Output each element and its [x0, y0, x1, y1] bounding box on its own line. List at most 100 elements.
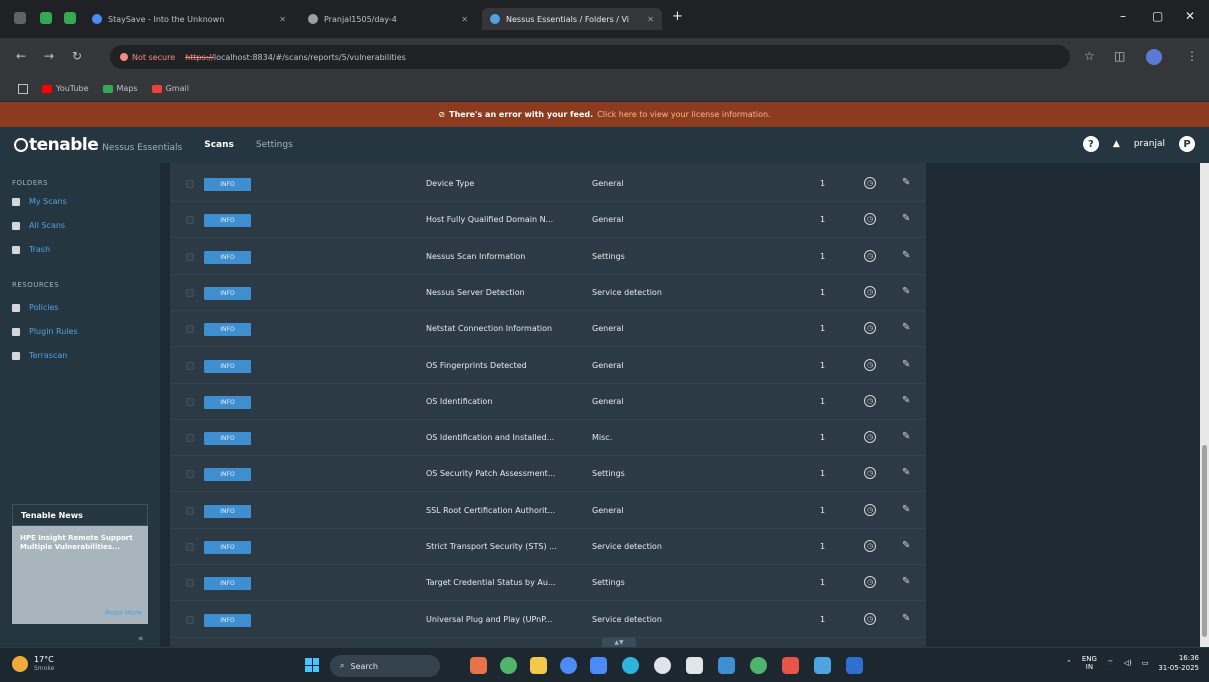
word-app-icon[interactable]: [846, 657, 863, 674]
collapse-sidebar-icon[interactable]: «: [138, 634, 144, 644]
license-info-link[interactable]: Click here to view your license informat…: [597, 110, 770, 119]
sidebar-item-policies[interactable]: Policies: [12, 303, 59, 312]
vscode-app-icon[interactable]: [718, 657, 735, 674]
snooze-clock-icon[interactable]: ◷: [864, 177, 876, 189]
table-row[interactable]: INFO Device Type General 1 ◷ ✎: [170, 167, 926, 202]
browser-tab[interactable]: StaySave - Into the Unknown ✕: [84, 8, 294, 30]
copilot-app-icon[interactable]: [500, 657, 517, 674]
snooze-clock-icon[interactable]: ◷: [864, 540, 876, 552]
browser-kebab-menu-icon[interactable]: ⋮: [1186, 49, 1198, 63]
sidebar-item-my-scans[interactable]: My Scans: [12, 197, 67, 206]
row-checkbox[interactable]: [186, 579, 194, 588]
store-app-icon[interactable]: [560, 657, 577, 674]
table-row[interactable]: INFO Host Fully Qualified Domain N... Gene…: [170, 203, 926, 239]
nav-settings[interactable]: Settings: [256, 140, 293, 150]
close-window-button[interactable]: ✕: [1185, 9, 1195, 23]
snooze-clock-icon[interactable]: ◷: [864, 213, 876, 226]
profile-avatar[interactable]: [1146, 49, 1162, 65]
nav-scans[interactable]: Scans: [204, 140, 234, 150]
edit-pencil-icon[interactable]: ✎: [902, 467, 910, 478]
vulnerability-name[interactable]: OS Security Patch Assessment...: [426, 469, 586, 478]
address-bar[interactable]: Not secure https://localhost:8834/#/scan…: [110, 45, 1070, 69]
obs-app-icon[interactable]: [654, 657, 671, 674]
extensions-icon[interactable]: ◫: [1114, 49, 1125, 63]
edit-pencil-icon[interactable]: ✎: [902, 431, 910, 442]
scrollbar-thumb[interactable]: [1202, 445, 1207, 637]
bookmark-youtube[interactable]: YouTube: [42, 84, 89, 93]
tab-group-icon[interactable]: [40, 12, 52, 24]
snooze-clock-icon[interactable]: ◷: [864, 503, 876, 516]
vulnerability-name[interactable]: OS Identification: [426, 397, 586, 406]
vulnerability-name[interactable]: Target Credential Status by Au...: [426, 578, 586, 587]
close-tab-icon[interactable]: ✕: [641, 15, 654, 24]
apps-grid-icon[interactable]: [18, 83, 28, 94]
taskbar-search[interactable]: ⌕ Search: [330, 655, 440, 677]
vulnerability-name[interactable]: Nessus Scan Information: [426, 252, 586, 261]
widgets-app-icon[interactable]: [470, 657, 487, 674]
close-tab-icon[interactable]: ✕: [455, 15, 468, 24]
edit-pencil-icon[interactable]: ✎: [902, 395, 910, 406]
minimize-button[interactable]: –: [1120, 9, 1126, 23]
edit-pencil-icon[interactable]: ✎: [902, 322, 910, 333]
news-body[interactable]: HPE Insight Remote Support Multiple Vuln…: [12, 526, 148, 624]
vulnerability-name[interactable]: OS Fingerprints Detected: [426, 361, 586, 370]
vulnerability-name[interactable]: OS Identification and Installed...: [426, 433, 586, 442]
edit-pencil-icon[interactable]: ✎: [902, 576, 910, 587]
row-checkbox[interactable]: [186, 470, 194, 479]
row-checkbox[interactable]: [186, 216, 194, 225]
row-checkbox[interactable]: [186, 615, 194, 624]
pagination-toggle[interactable]: ▲▼: [602, 638, 636, 647]
edit-pencil-icon[interactable]: ✎: [902, 286, 910, 297]
table-row[interactable]: INFO Universal Plug and Play (UPnP... Serv…: [170, 603, 926, 638]
user-name[interactable]: pranjal: [1134, 139, 1165, 149]
vulnerability-name[interactable]: Netstat Connection Information: [426, 324, 586, 333]
language-indicator[interactable]: ENG IN: [1082, 655, 1097, 671]
table-row[interactable]: INFO Strict Transport Security (STS) ... S…: [170, 530, 926, 565]
help-icon[interactable]: ?: [1082, 136, 1099, 152]
edit-pencil-icon[interactable]: ✎: [902, 250, 910, 261]
row-checkbox[interactable]: [186, 325, 194, 334]
table-row[interactable]: INFO Target Credential Status by Au... Set…: [170, 566, 926, 602]
notes-app-icon[interactable]: [814, 657, 831, 674]
sidebar-item-plugin-rules[interactable]: Plugin Rules: [12, 327, 78, 336]
bookmark-star-icon[interactable]: ☆: [1084, 49, 1095, 63]
table-row[interactable]: INFO OS Security Patch Assessment... Setti…: [170, 457, 926, 493]
file-explorer-icon[interactable]: [530, 657, 547, 674]
read-more-link[interactable]: Read More: [105, 609, 142, 618]
edit-pencil-icon[interactable]: ✎: [902, 213, 910, 224]
snooze-clock-icon[interactable]: ◷: [864, 394, 876, 407]
row-checkbox[interactable]: [186, 434, 194, 443]
snooze-clock-icon[interactable]: ◷: [864, 322, 876, 335]
sidebar-item-all-scans[interactable]: All Scans: [12, 221, 65, 230]
xbox-app-icon[interactable]: [750, 657, 767, 674]
extension-tab-icon[interactable]: [64, 12, 76, 24]
vulnerability-name[interactable]: Device Type: [426, 179, 586, 188]
maximize-button[interactable]: ▢: [1152, 9, 1163, 23]
browser-tab-active[interactable]: Nessus Essentials / Folders / Vi ✕: [482, 8, 662, 30]
vulnerability-name[interactable]: SSL Root Certification Authorit...: [426, 506, 586, 515]
tenable-logo[interactable]: tenable Nessus Essentials: [14, 135, 182, 155]
snooze-clock-icon[interactable]: ◷: [864, 358, 876, 371]
table-row[interactable]: INFO OS Identification General 1 ◷ ✎: [170, 385, 926, 420]
snooze-clock-icon[interactable]: ◷: [864, 431, 876, 444]
table-row[interactable]: INFO SSL Root Certification Authorit... Ge…: [170, 494, 926, 529]
row-checkbox[interactable]: [186, 252, 194, 261]
table-row[interactable]: INFO OS Identification and Installed... Mi…: [170, 421, 926, 457]
snooze-clock-icon[interactable]: ◷: [864, 612, 876, 625]
sidebar-item-terrascan[interactable]: Terrascan: [12, 351, 67, 360]
vulnerability-name[interactable]: Host Fully Qualified Domain N...: [426, 215, 586, 224]
close-tab-icon[interactable]: ✕: [273, 15, 286, 24]
not-secure-chip[interactable]: Not secure: [120, 53, 175, 62]
show-hidden-icons-chevron-icon[interactable]: ⌃: [1066, 659, 1072, 667]
battery-icon[interactable]: ▭: [1142, 659, 1149, 667]
reload-icon[interactable]: ↻: [72, 49, 82, 63]
edit-pencil-icon[interactable]: ✎: [902, 540, 910, 551]
table-row[interactable]: INFO Nessus Server Detection Service detec…: [170, 276, 926, 311]
row-checkbox[interactable]: [186, 361, 194, 370]
vulnerability-name[interactable]: Nessus Server Detection: [426, 288, 586, 297]
forward-arrow-icon[interactable]: →: [44, 49, 54, 63]
volume-icon[interactable]: ◁): [1124, 659, 1132, 667]
snooze-clock-icon[interactable]: ◷: [864, 285, 876, 298]
vulnerability-name[interactable]: Universal Plug and Play (UPnP...: [426, 615, 586, 624]
row-checkbox[interactable]: [186, 288, 194, 297]
